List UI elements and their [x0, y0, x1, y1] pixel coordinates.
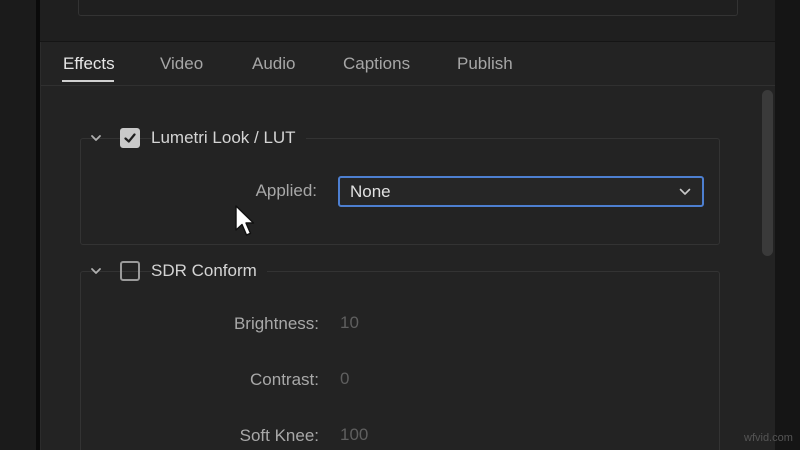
- contrast-label: Contrast:: [250, 370, 319, 389]
- soft-knee-label: Soft Knee:: [239, 426, 319, 445]
- chevron-down-icon[interactable]: [89, 264, 103, 278]
- sdr-section-header: SDR Conform: [89, 261, 267, 281]
- lumetri-section-title: Lumetri Look / LUT: [151, 128, 306, 148]
- soft-knee-value[interactable]: 100: [340, 425, 368, 445]
- scrollbar-thumb[interactable]: [762, 90, 773, 256]
- mouse-pointer-icon: [235, 205, 255, 236]
- brightness-value[interactable]: 10: [340, 313, 359, 333]
- panel-scrollbar[interactable]: [759, 86, 776, 450]
- sdr-conform-section: [80, 271, 720, 450]
- checkmark-icon: [124, 133, 136, 143]
- settings-tabs: Effects Video Audio Captions Publish: [41, 42, 776, 86]
- contrast-value[interactable]: 0: [340, 369, 349, 389]
- export-settings-panel: Effects Video Audio Captions Publish Lum…: [40, 42, 776, 450]
- lumetri-enable-checkbox[interactable]: [120, 128, 140, 148]
- sdr-section-title: SDR Conform: [151, 261, 267, 281]
- left-panel-strip: [0, 0, 36, 450]
- applied-lut-select[interactable]: None: [338, 176, 704, 207]
- chevron-down-icon[interactable]: [89, 131, 103, 145]
- dropdown-arrow-icon: [678, 185, 692, 199]
- watermark: wfvid.com: [744, 432, 793, 444]
- applied-label: Applied:: [255, 181, 317, 200]
- applied-lut-value: None: [350, 181, 391, 201]
- upper-panel-box: [78, 0, 738, 16]
- right-panel-strip: [775, 0, 800, 450]
- lumetri-section-header: Lumetri Look / LUT: [89, 128, 306, 148]
- brightness-label: Brightness:: [233, 314, 319, 333]
- tab-video[interactable]: Video: [160, 54, 203, 74]
- active-tab-indicator: [62, 80, 114, 82]
- sdr-conform-checkbox[interactable]: [120, 261, 140, 281]
- upper-panel: [40, 0, 775, 42]
- tab-audio[interactable]: Audio: [252, 54, 295, 74]
- tab-effects[interactable]: Effects: [63, 54, 115, 74]
- tab-publish[interactable]: Publish: [457, 54, 513, 74]
- tab-captions[interactable]: Captions: [343, 54, 410, 74]
